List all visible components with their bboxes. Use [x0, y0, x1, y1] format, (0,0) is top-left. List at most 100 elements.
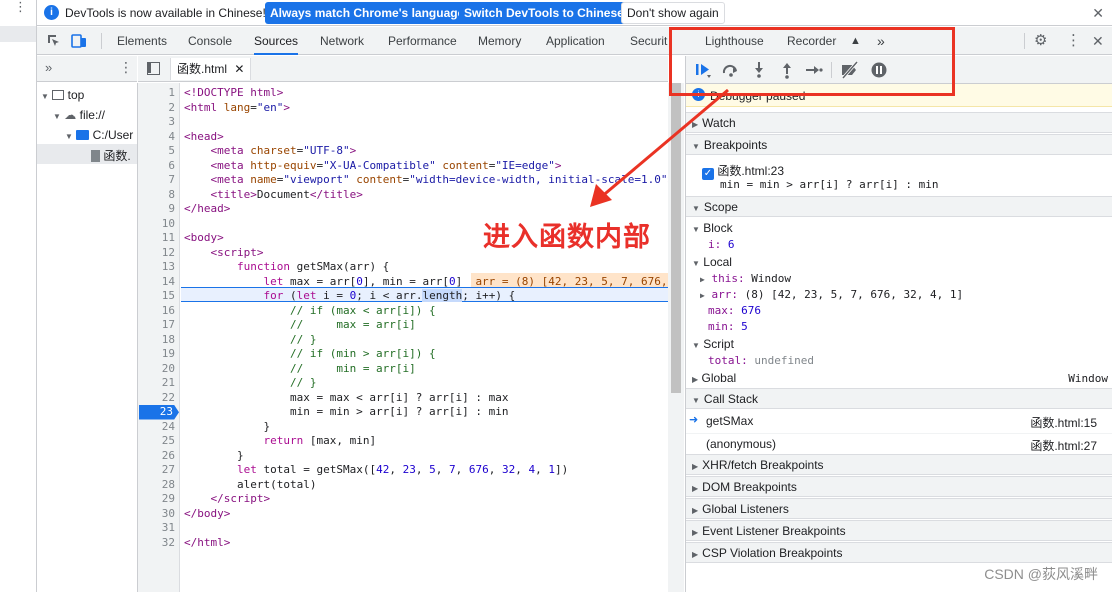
toggle-navigator-icon[interactable] — [147, 62, 160, 75]
close-icon[interactable]: ✕ — [1092, 5, 1104, 22]
settings-gear-icon[interactable]: ⚙ — [1034, 27, 1047, 55]
line-number[interactable]: 5 — [139, 144, 175, 159]
line-number[interactable]: 18 — [139, 333, 175, 348]
breakpoints-section-header[interactable]: ▼ Breakpoints — [686, 134, 1112, 155]
device-toolbar-icon[interactable] — [71, 33, 87, 49]
pause-on-exceptions-icon[interactable] — [870, 61, 888, 79]
tab-application[interactable]: Application — [546, 27, 605, 55]
var-name: this: — [711, 272, 745, 285]
line-number[interactable]: 27 — [139, 463, 175, 478]
outer-selection-highlight — [0, 26, 36, 42]
close-tab-icon[interactable]: ✕ — [234, 62, 244, 76]
watch-section-header[interactable]: ▶ Watch — [686, 112, 1112, 133]
close-devtools-icon[interactable]: ✕ — [1092, 27, 1104, 55]
tab-lighthouse[interactable]: Lighthouse — [705, 27, 764, 55]
line-number[interactable]: 3 — [139, 115, 175, 130]
line-number[interactable]: 32 — [139, 536, 175, 551]
tree-item-selected-file[interactable]: 函数. — [37, 144, 137, 164]
line-number[interactable]: 29 — [139, 492, 175, 507]
line-number[interactable]: 8 — [139, 188, 175, 203]
tab-sources[interactable]: Sources — [254, 27, 299, 55]
line-number[interactable]: 31 — [139, 521, 175, 536]
line-number[interactable]: 28 — [139, 478, 175, 493]
line-number[interactable]: 6 — [139, 159, 175, 174]
global-listeners-header[interactable]: ▶ Global Listeners — [686, 498, 1112, 519]
scope-script[interactable]: ▼ Script — [692, 337, 734, 351]
line-number[interactable]: 17 — [139, 318, 175, 333]
line-number[interactable]: 15 — [139, 289, 175, 304]
line-number[interactable]: 19 — [139, 347, 175, 362]
event-listener-breakpoints-header[interactable]: ▶ Event Listener Breakpoints — [686, 520, 1112, 541]
line-number[interactable]: 4 — [139, 130, 175, 145]
line-number[interactable]: 9 — [139, 202, 175, 217]
line-number[interactable]: 22 — [139, 391, 175, 406]
scope-global[interactable]: ▶ Global — [692, 371, 736, 385]
line-number[interactable]: 12 — [139, 246, 175, 261]
resume-icon[interactable] — [694, 61, 712, 79]
line-number[interactable]: 24 — [139, 420, 175, 435]
tree-item-file[interactable]: ▼ ☁ file:// — [53, 108, 105, 122]
scope-label: Local — [703, 255, 732, 269]
line-number[interactable]: 2 — [139, 101, 175, 116]
scope-section-header[interactable]: ▼ Scope — [686, 196, 1112, 217]
line-number[interactable]: 10 — [139, 217, 175, 232]
csp-violation-breakpoints-header[interactable]: ▶ CSP Violation Breakpoints — [686, 542, 1112, 563]
tab-recorder[interactable]: Recorder — [787, 27, 836, 55]
tree-item-folder[interactable]: ▼ C:/User — [65, 128, 133, 142]
more-panels-icon[interactable]: » — [45, 60, 52, 75]
line-number[interactable]: 21 — [139, 376, 175, 391]
call-frame-getsmax[interactable]: ➜ getSMax 函数.html:15 — [686, 411, 1112, 431]
line-number[interactable]: 13 — [139, 260, 175, 275]
scope-var-arr[interactable]: ▶ arr: (8) [42, 23, 5, 7, 676, 32, 4, 1] — [700, 288, 963, 301]
frame-location[interactable]: 函数.html:15 — [1030, 414, 1097, 431]
global-value: Window — [1068, 372, 1108, 385]
scope-local[interactable]: ▼ Local — [692, 255, 732, 269]
line-number[interactable]: 26 — [139, 449, 175, 464]
tab-elements[interactable]: Elements — [117, 27, 167, 55]
kebab-menu-icon[interactable]: ⋮ — [14, 0, 27, 13]
tab-console[interactable]: Console — [188, 27, 232, 55]
call-frame-anonymous[interactable]: (anonymous) 函数.html:27 — [686, 433, 1112, 453]
toolbar-divider — [1024, 33, 1025, 49]
scope-var-max[interactable]: max: 676 — [708, 304, 761, 317]
scope-var-min[interactable]: min: 5 — [708, 320, 748, 333]
dom-breakpoints-header[interactable]: ▶ DOM Breakpoints — [686, 476, 1112, 497]
line-number[interactable]: 16 — [139, 304, 175, 319]
switch-to-chinese-button[interactable]: Switch DevTools to Chinese — [459, 2, 629, 24]
var-value: Window — [751, 272, 791, 285]
tree-item-top[interactable]: ▼ top — [41, 88, 84, 102]
scope-block[interactable]: ▼ Block — [692, 221, 733, 235]
toolbar-divider — [101, 33, 102, 49]
editor-tab-label: 函数.html — [177, 62, 228, 76]
line-number[interactable]: 1 — [139, 86, 175, 101]
line-number[interactable]: 14 — [139, 275, 175, 290]
frame-location[interactable]: 函数.html:27 — [1030, 437, 1097, 454]
scope-var-i[interactable]: i: 6 — [708, 238, 735, 251]
tab-security[interactable]: Securit — [630, 27, 670, 55]
step-over-icon[interactable] — [722, 62, 740, 78]
tab-network[interactable]: Network — [320, 27, 364, 55]
tab-memory[interactable]: Memory — [478, 27, 521, 55]
line-number[interactable]: 25 — [139, 434, 175, 449]
step-icon[interactable] — [805, 62, 823, 78]
inspect-element-icon[interactable] — [47, 34, 61, 48]
editor-file-tab[interactable]: 函数.html ✕ — [170, 58, 252, 80]
deactivate-breakpoints-icon[interactable] — [840, 61, 860, 79]
more-options-icon[interactable]: ⋮ — [1066, 27, 1081, 55]
tab-performance[interactable]: Performance — [388, 27, 457, 55]
navigator-menu-icon[interactable]: ⋮ — [119, 59, 133, 76]
scope-var-this[interactable]: ▶ this: Window — [700, 272, 791, 285]
always-match-language-button[interactable]: Always match Chrome's language — [265, 2, 470, 24]
step-into-icon[interactable] — [752, 61, 766, 79]
line-number[interactable]: 20 — [139, 362, 175, 377]
more-tabs-icon[interactable]: » — [877, 27, 885, 55]
dont-show-again-button[interactable]: Don't show again — [621, 2, 725, 24]
xhr-breakpoints-header[interactable]: ▶ XHR/fetch Breakpoints — [686, 454, 1112, 475]
line-number[interactable]: 30 — [139, 507, 175, 522]
line-number[interactable]: 7 — [139, 173, 175, 188]
breakpoint-line-marker[interactable]: 23 — [139, 405, 179, 420]
line-number[interactable]: 11 — [139, 231, 175, 246]
call-stack-section-header[interactable]: ▼ Call Stack — [686, 388, 1112, 409]
scope-var-total[interactable]: total: undefined — [708, 354, 814, 367]
step-out-icon[interactable] — [780, 61, 794, 79]
